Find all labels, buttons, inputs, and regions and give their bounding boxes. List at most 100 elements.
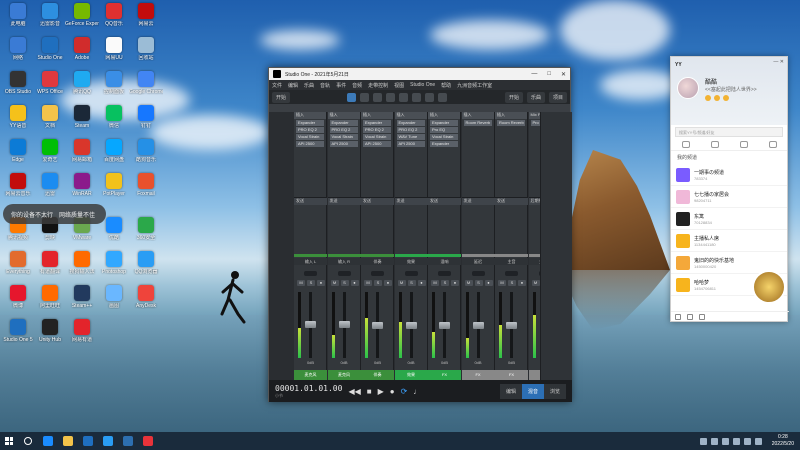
list-item[interactable]: 主播私人席 1134441180 <box>671 230 787 252</box>
solo-button[interactable]: S <box>407 280 416 286</box>
menu-item[interactable]: 文件 <box>272 82 282 89</box>
play-icon[interactable]: ▶ <box>378 387 384 396</box>
menu-icon[interactable] <box>675 313 681 320</box>
pan-knob[interactable] <box>471 271 485 276</box>
menu-item[interactable]: 编辑 <box>288 82 298 89</box>
channel-name[interactable]: 输入 L <box>294 258 327 265</box>
taskbar-app-search[interactable] <box>18 432 38 450</box>
record-icon[interactable]: ● <box>390 387 395 396</box>
channel-footer-label[interactable]: 伴奏 <box>361 370 394 380</box>
record-arm-button[interactable]: ● <box>384 280 392 286</box>
sends-header[interactable]: 发送 <box>361 198 394 205</box>
desktop-icon[interactable]: 回收站 <box>129 37 163 61</box>
insert-header[interactable]: 插入 <box>361 112 393 119</box>
pan-knob[interactable] <box>404 271 418 276</box>
desktop-icon[interactable]: 网易邮箱 <box>65 139 99 163</box>
fader-handle[interactable] <box>405 322 417 329</box>
desktop-icon[interactable]: 爱奇艺 <box>33 139 67 163</box>
desktop-icon[interactable]: 网易云 <box>129 3 163 27</box>
tab-messages-icon[interactable] <box>768 141 777 148</box>
studio-one-titlebar[interactable]: Studio One - 2021年5月21日 — □ ✕ <box>269 68 570 80</box>
menu-item[interactable]: 帮助 <box>441 82 451 89</box>
plugin-slot[interactable]: Expander <box>363 120 391 126</box>
arrow-tool-icon[interactable] <box>347 92 357 102</box>
solo-button[interactable]: S <box>374 280 382 286</box>
solo-button[interactable]: S <box>474 280 483 286</box>
desktop-icon[interactable]: Studio One 5 <box>1 319 35 343</box>
plugin-slot[interactable]: Vocal Strain <box>430 134 458 140</box>
menu-item[interactable]: 视图 <box>394 82 404 89</box>
desktop-icon[interactable]: 迅雷影音 <box>33 3 67 27</box>
eraser-tool-icon[interactable] <box>386 92 396 102</box>
desktop-icon[interactable]: 腾讯QQ <box>65 71 99 95</box>
desktop-icon[interactable]: 控制面板 <box>97 71 131 95</box>
menu-item[interactable]: 乐曲 <box>304 82 314 89</box>
yy-window-controls[interactable]: — ✕ <box>773 59 784 65</box>
mute-tool-icon[interactable] <box>412 92 422 102</box>
mute-button[interactable]: M <box>397 280 406 286</box>
plugin-slot[interactable]: Expander <box>296 120 324 126</box>
solo-button[interactable]: S <box>508 280 516 286</box>
pan-knob[interactable] <box>304 271 317 276</box>
paint-tool-icon[interactable] <box>399 92 409 102</box>
plugin-slot[interactable]: Vocal Strain <box>296 134 324 140</box>
mute-button[interactable]: M <box>431 280 439 286</box>
desktop-icon[interactable]: 百度网盘 <box>97 139 131 163</box>
listen-tool-icon[interactable] <box>438 92 448 102</box>
tab-groups-icon[interactable] <box>739 141 748 148</box>
fader-handle[interactable] <box>305 320 316 328</box>
channel-footer-label[interactable]: FX <box>461 370 495 380</box>
plugin-slot[interactable]: API 2500 <box>329 141 358 147</box>
desktop-icon[interactable]: 网易云音乐 <box>1 173 35 197</box>
record-arm-button[interactable]: ● <box>417 280 426 286</box>
volume-icon[interactable] <box>743 437 751 445</box>
channel-footer-label[interactable]: 效果 <box>394 370 428 380</box>
start-button[interactable] <box>0 432 18 450</box>
mute-button[interactable]: M <box>364 280 372 286</box>
desktop-icon[interactable]: WinRAR <box>65 173 99 197</box>
desktop-icon[interactable]: GeForce Experience <box>65 3 99 27</box>
plugin-slot[interactable]: Room Reverb <box>463 120 492 126</box>
bend-tool-icon[interactable] <box>425 92 435 102</box>
channel-footer-label[interactable]: 麦克风 <box>294 370 327 380</box>
insert-header[interactable]: 插入 <box>461 112 494 119</box>
plugin-slot[interactable]: PRO EQ 2 <box>296 127 324 133</box>
view-tab[interactable]: 混音 <box>521 383 544 399</box>
desktop-icon[interactable]: 微信 <box>97 105 131 129</box>
view-tab[interactable]: 编辑 <box>499 383 522 399</box>
menu-item[interactable]: 音频 <box>352 82 362 89</box>
plugin-slot[interactable]: WAV Tune <box>396 134 425 140</box>
sends-header[interactable]: 发送 <box>394 198 428 205</box>
desktop-icon[interactable]: 网易UU <box>97 37 131 61</box>
fader-handle[interactable] <box>439 322 450 329</box>
plugin-slot[interactable]: Expander <box>430 141 458 147</box>
ime-icon[interactable] <box>754 437 762 445</box>
list-item[interactable]: 七七播の家居会 98204711 <box>671 186 787 208</box>
pan-knob[interactable] <box>505 271 518 276</box>
minimize-button[interactable]: — <box>531 71 537 78</box>
window-controls[interactable]: — □ ✕ <box>531 71 566 78</box>
notification-toast[interactable]: 你的设备不太行 网络质量不佳 <box>3 204 106 224</box>
desktop-icon[interactable]: Everything <box>1 251 35 275</box>
desktop-icon[interactable]: 钉钉 <box>129 105 163 129</box>
plugin-slot[interactable]: Expander <box>329 120 358 126</box>
fader-handle[interactable] <box>506 322 517 329</box>
taskbar-app-yy[interactable] <box>138 432 158 450</box>
insert-header[interactable]: 插入 <box>428 112 460 119</box>
desktop-icon[interactable]: Foxmail <box>129 173 163 197</box>
yy-search-input[interactable]: 搜索YY号/频道/好友 <box>675 127 783 137</box>
rewind-icon[interactable]: ◀◀ <box>348 387 360 396</box>
solo-button[interactable]: S <box>340 280 349 286</box>
desktop-icon[interactable]: 阿里旺旺 <box>33 285 67 309</box>
taskbar-app-steam[interactable] <box>118 432 138 450</box>
channel-footer-label[interactable]: FX <box>428 370 461 380</box>
sends-header[interactable]: 发送 <box>428 198 461 205</box>
solo-button[interactable]: S <box>307 280 315 286</box>
insert-header[interactable]: 插入 <box>327 112 360 119</box>
plugin-slot[interactable]: PRO EQ 2 <box>396 127 425 133</box>
desktop-icon[interactable]: 网络 <box>1 37 35 61</box>
plugin-slot[interactable]: API 2500 <box>363 141 391 147</box>
mute-button[interactable]: M <box>498 280 506 286</box>
yy-username[interactable]: 酷酷 <box>705 77 717 86</box>
desktop-icon[interactable]: 网易有道 <box>65 319 99 343</box>
